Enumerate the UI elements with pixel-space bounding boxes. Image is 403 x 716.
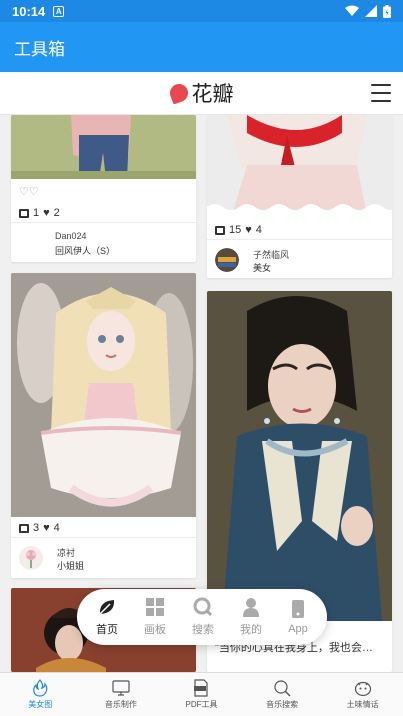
- repin-count: 3: [33, 522, 40, 534]
- pin-image-jeans[interactable]: [11, 115, 196, 179]
- float-nav-label: 首页: [96, 624, 118, 636]
- like-count: 4: [255, 224, 262, 236]
- status-icons: [345, 4, 391, 18]
- avatar[interactable]: [19, 546, 43, 570]
- pin-like-hearts: ♡♡: [19, 186, 39, 198]
- repin-count: 15: [229, 224, 242, 236]
- phone-app-icon: [292, 600, 304, 618]
- bottom-nav-label: 音乐制作: [104, 700, 137, 709]
- float-nav-profile[interactable]: 我的: [240, 597, 262, 637]
- float-nav-label: 搜索: [192, 624, 214, 636]
- bottom-nav-beauty[interactable]: 美女图: [0, 673, 81, 716]
- hamburger-menu-icon[interactable]: [371, 84, 391, 102]
- pin-username[interactable]: Dan024: [55, 231, 87, 241]
- heart-icon: ♥: [245, 224, 252, 236]
- heart-icon: ♥: [43, 207, 50, 219]
- heart-icon: ♥: [43, 522, 50, 534]
- bottom-nav-music-make[interactable]: 音乐制作: [81, 673, 162, 716]
- float-nav-label: 我的: [240, 624, 262, 636]
- float-nav-app[interactable]: App: [288, 599, 308, 635]
- logo-text: 花瓣: [191, 82, 234, 106]
- bottom-nav: 美女图 音乐制作 PDF工具 音乐搜索 土味情话: [0, 672, 403, 716]
- bottom-nav-label: 美女图: [28, 700, 53, 709]
- repin-icon: [215, 225, 225, 235]
- float-nav-search[interactable]: 搜索: [192, 597, 214, 637]
- floating-nav: 首页 画板 搜索 我的 App: [77, 589, 327, 645]
- pin-board-name[interactable]: 小姐姐: [57, 559, 84, 572]
- pin-user-row[interactable]: 凉衬 小姐姐: [11, 537, 196, 578]
- flame-icon: [33, 679, 48, 697]
- search-icon: [274, 680, 291, 697]
- monitor-icon: [112, 680, 130, 696]
- app-title: 工具箱: [14, 39, 65, 59]
- notification-a-icon: A: [53, 5, 65, 17]
- avatar[interactable]: [215, 248, 239, 272]
- like-count: 2: [53, 207, 60, 219]
- site-logo[interactable]: 花瓣: [166, 78, 234, 108]
- web-header: 花瓣: [0, 72, 403, 115]
- float-nav-label: 画板: [144, 624, 166, 636]
- repin-icon: [19, 523, 29, 533]
- like-count: 4: [53, 522, 60, 534]
- face-icon: [354, 681, 371, 697]
- pin-stats: 15 ♥ 4: [215, 224, 262, 236]
- app-bar: 工具箱: [0, 22, 403, 72]
- bottom-nav-label: 土味情话: [346, 700, 379, 709]
- pin-user-row[interactable]: 子然临风 美女: [207, 239, 392, 278]
- pin-stats: 1 ♥ 2: [19, 207, 60, 219]
- pin-board-name[interactable]: 美女: [253, 261, 271, 274]
- pin-card[interactable]: 3 ♥ 4 凉衬 小姐姐: [11, 273, 196, 578]
- float-nav-label: App: [288, 623, 308, 635]
- pin-card[interactable]: 15 ♥ 4 子然临风 美女: [207, 115, 392, 278]
- bottom-nav-pdf[interactable]: PDF工具: [161, 673, 242, 716]
- pin-board-name[interactable]: 回风伊人（S）: [55, 244, 115, 257]
- pin-user-row[interactable]: Dan024 回风伊人（S）: [11, 222, 196, 262]
- board-grid-icon: [146, 598, 164, 616]
- bottom-nav-music-search[interactable]: 音乐搜索: [242, 673, 323, 716]
- repin-icon: [19, 208, 29, 218]
- pin-username[interactable]: 子然临风: [253, 248, 289, 261]
- pin-stats: 3 ♥ 4: [19, 522, 60, 534]
- pin-card[interactable]: ♡♡ 1 ♥ 2 Dan024 回风伊人（S）: [11, 115, 196, 262]
- repin-count: 1: [33, 207, 40, 219]
- pin-image-sweater[interactable]: [207, 115, 392, 215]
- float-nav-home[interactable]: 首页: [96, 597, 118, 637]
- home-leaf-icon: [99, 600, 115, 615]
- bottom-nav-label: 音乐搜索: [266, 700, 299, 709]
- bottom-nav-love-words[interactable]: 土味情话: [322, 673, 403, 716]
- pin-image-doll[interactable]: [11, 273, 196, 517]
- status-time: 10:14: [12, 3, 46, 19]
- signal-icon: [365, 5, 377, 17]
- float-nav-boards[interactable]: 画板: [144, 597, 166, 637]
- status-bar: 10:14 A: [0, 0, 403, 22]
- petal-logo-icon: [166, 81, 191, 105]
- profile-icon: [243, 598, 259, 617]
- bottom-nav-label: PDF工具: [185, 700, 218, 709]
- search-icon: [193, 597, 213, 617]
- pin-image-qing-woman[interactable]: [207, 291, 392, 621]
- battery-icon: [383, 4, 391, 18]
- pdf-icon: [194, 679, 209, 697]
- pin-username[interactable]: 凉衬: [57, 546, 75, 559]
- wifi-icon: [345, 5, 359, 16]
